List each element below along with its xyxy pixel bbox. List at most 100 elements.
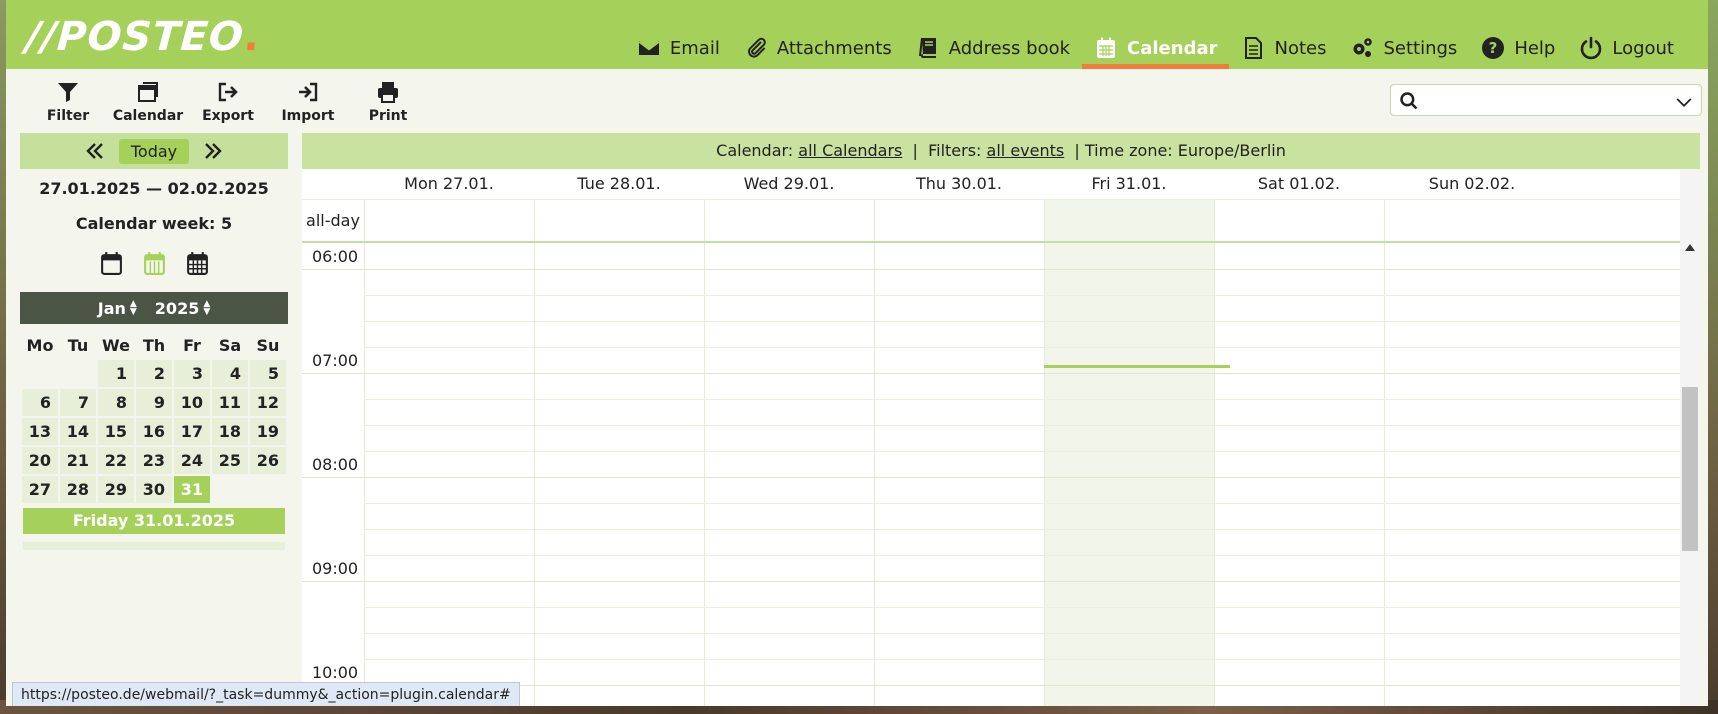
day-header[interactable]: Fri 31.01. — [1044, 169, 1214, 199]
import-button[interactable]: Import — [268, 80, 348, 124]
day-cell[interactable]: 27 — [22, 476, 58, 503]
calendar-filter-label: Calendar: — [716, 141, 794, 160]
filter-button[interactable]: Filter — [28, 80, 108, 124]
nav-notes[interactable]: Notes — [1229, 30, 1338, 66]
export-button[interactable]: Export — [188, 80, 268, 124]
vertical-scrollbar[interactable] — [1680, 169, 1700, 706]
day-cell[interactable]: 21 — [60, 447, 96, 474]
day-cell[interactable]: 15 — [98, 418, 134, 445]
month-view-icon[interactable] — [185, 251, 210, 276]
time-slot-line — [364, 451, 1680, 452]
next-week-icon[interactable] — [201, 139, 225, 163]
toolbar: Filter Calendar Export Import Print — [28, 80, 428, 124]
day-cell[interactable]: 19 — [250, 418, 286, 445]
export-label: Export — [202, 108, 254, 124]
day-view-icon[interactable] — [99, 251, 124, 276]
day-cell[interactable]: 22 — [98, 447, 134, 474]
posteo-logo[interactable]: //POSTEO. — [24, 14, 261, 60]
day-header[interactable]: Tue 28.01. — [534, 169, 704, 199]
nav-address-book[interactable]: Address book — [904, 30, 1082, 66]
day-cell[interactable]: 13 — [22, 418, 58, 445]
nav-settings-label: Settings — [1383, 37, 1458, 59]
calendar-app: //POSTEO. Email Attachments Address book… — [6, 0, 1708, 706]
empty-cell — [212, 476, 248, 503]
day-cell[interactable]: 17 — [174, 418, 210, 445]
status-url: https://posteo.de/webmail/?_task=dummy&_… — [12, 682, 520, 706]
printer-icon — [378, 82, 398, 103]
time-label: 07:00 — [312, 351, 359, 370]
day-cell[interactable]: 12 — [250, 389, 286, 416]
day-header[interactable]: Sat 01.02. — [1214, 169, 1384, 199]
all-events-link[interactable]: all events — [987, 141, 1065, 160]
weekday-header: We — [102, 335, 130, 355]
nav-email[interactable]: Email — [625, 30, 732, 66]
all-calendars-link[interactable]: all Calendars — [798, 141, 902, 160]
filter-label: Filter — [46, 108, 90, 124]
paperclip-icon — [747, 37, 766, 58]
day-cell[interactable]: 26 — [250, 447, 286, 474]
search-input[interactable] — [1390, 84, 1702, 116]
nav-settings[interactable]: Settings — [1338, 30, 1469, 66]
allday-divider — [302, 241, 1680, 243]
day-cell[interactable]: 7 — [60, 389, 96, 416]
time-slot-line — [364, 321, 1680, 322]
svg-text:?: ? — [1489, 39, 1498, 57]
day-cell[interactable]: 28 — [60, 476, 96, 503]
time-slot-line — [364, 607, 1680, 608]
day-cell[interactable]: 25 — [212, 447, 248, 474]
book-icon — [918, 37, 936, 58]
nav-address-book-label: Address book — [948, 37, 1071, 59]
day-cell[interactable]: 5 — [250, 360, 286, 387]
nav-calendar[interactable]: Calendar — [1082, 30, 1230, 69]
previous-week-icon[interactable] — [83, 139, 107, 163]
day-cell[interactable]: 16 — [136, 418, 172, 445]
day-header[interactable]: Mon 27.01. — [364, 169, 534, 199]
year-select[interactable]: 2025 ▲ ▼ — [155, 299, 210, 318]
month-select[interactable]: Jan ▲ ▼ — [98, 299, 137, 318]
nav-logout[interactable]: Logout — [1567, 30, 1686, 66]
day-cell[interactable]: 29 — [98, 476, 134, 503]
day-cell[interactable]: 23 — [136, 447, 172, 474]
day-cell[interactable]: 14 — [60, 418, 96, 445]
scrollbar-thumb[interactable] — [1682, 387, 1698, 551]
day-cell[interactable]: 6 — [22, 389, 58, 416]
current-time-indicator — [1044, 365, 1230, 368]
day-cell[interactable]: 10 — [174, 389, 210, 416]
main-nav: Email Attachments Address book Calendar … — [625, 30, 1686, 69]
timezone-text: | Time zone: Europe/Berlin — [1074, 141, 1286, 160]
scroll-up-icon[interactable] — [1685, 243, 1695, 251]
column-divider — [704, 199, 705, 706]
week-view-icon[interactable] — [142, 251, 167, 276]
note-icon — [1245, 37, 1263, 59]
week-grid[interactable]: all-day Mon 27.01. Tue 28.01. Wed 29.01. Th… — [302, 169, 1680, 706]
day-cell[interactable]: 3 — [174, 360, 210, 387]
day-cell[interactable]: 18 — [212, 418, 248, 445]
day-cell[interactable]: 9 — [136, 389, 172, 416]
day-cell[interactable]: 30 — [136, 476, 172, 503]
today-button[interactable]: Today — [118, 138, 190, 164]
day-header[interactable]: Wed 29.01. — [704, 169, 874, 199]
help-icon: ? — [1482, 37, 1505, 59]
day-header[interactable]: Thu 30.01. — [874, 169, 1044, 199]
nav-help[interactable]: ? Help — [1469, 30, 1567, 66]
selected-day-cell[interactable]: 31 — [174, 476, 210, 503]
day-cell[interactable]: 20 — [22, 447, 58, 474]
day-cell[interactable]: 8 — [98, 389, 134, 416]
chevron-down-icon[interactable] — [1675, 93, 1693, 111]
import-icon — [299, 82, 318, 102]
day-cell[interactable]: 1 — [98, 360, 134, 387]
date-navigation: Today — [20, 133, 288, 169]
time-label: 10:00 — [312, 663, 359, 682]
time-slot-line — [364, 399, 1680, 400]
calendar-button[interactable]: Calendar — [108, 80, 188, 124]
nav-calendar-label: Calendar — [1127, 37, 1218, 59]
print-button[interactable]: Print — [348, 80, 428, 124]
day-cell[interactable]: 4 — [212, 360, 248, 387]
nav-attachments[interactable]: Attachments — [732, 30, 904, 66]
time-slot-line — [364, 503, 1680, 504]
day-cell[interactable]: 24 — [174, 447, 210, 474]
time-label: 08:00 — [312, 455, 359, 474]
day-cell[interactable]: 2 — [136, 360, 172, 387]
day-cell[interactable]: 11 — [212, 389, 248, 416]
day-header[interactable]: Sun 02.02. — [1384, 169, 1560, 199]
